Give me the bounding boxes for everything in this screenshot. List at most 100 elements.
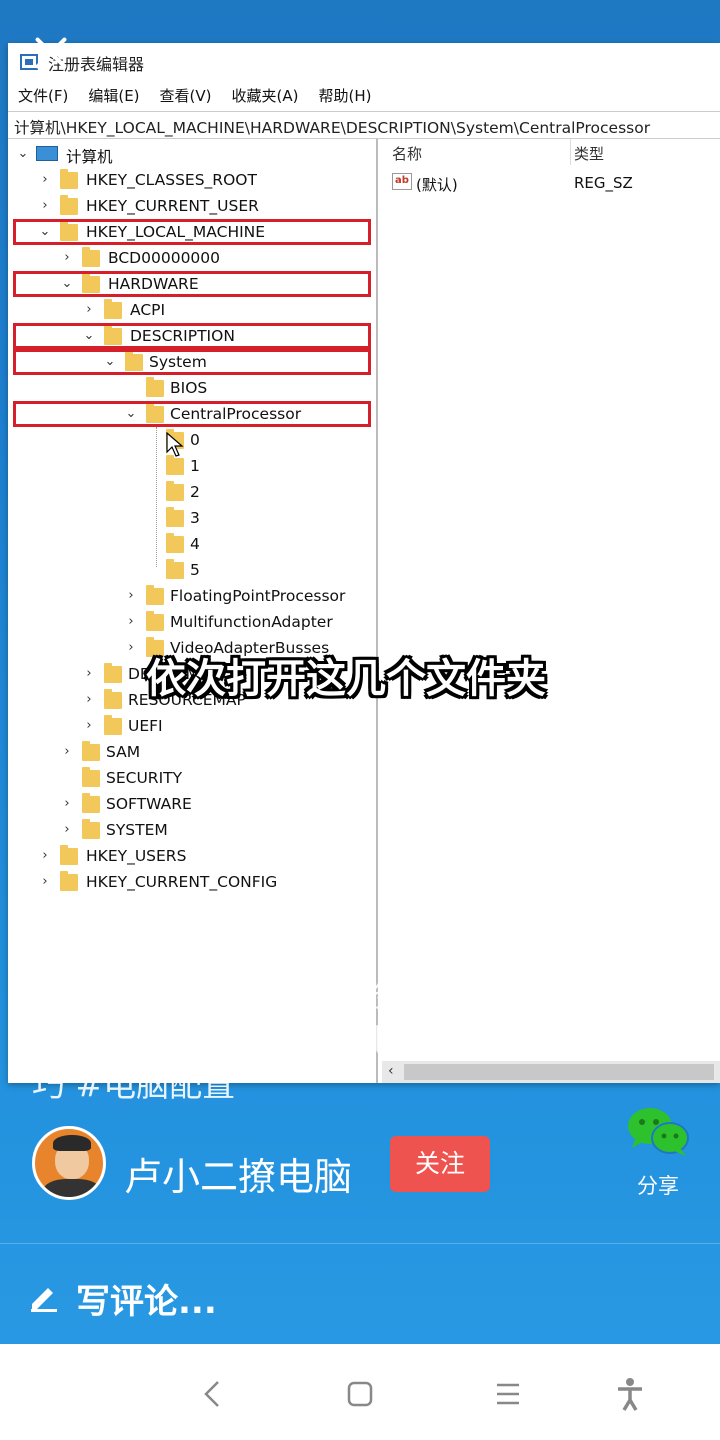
folder-icon bbox=[166, 481, 184, 501]
chevron-right-icon[interactable]: › bbox=[124, 614, 138, 630]
chevron-right-icon[interactable]: › bbox=[38, 198, 52, 214]
folder-icon bbox=[166, 559, 184, 579]
more-options-icon[interactable]: ••• bbox=[648, 35, 702, 63]
column-header-type[interactable]: 类型 bbox=[574, 143, 604, 164]
highlight-box-local-machine bbox=[13, 219, 371, 245]
address-bar[interactable]: 计算机\HKEY_LOCAL_MACHINE\HARDWARE\DESCRIPT… bbox=[8, 111, 720, 139]
tree-label: 0 bbox=[190, 431, 200, 449]
title-bar: 注册表编辑器 bbox=[8, 43, 720, 81]
comment-count: 51 bbox=[645, 1040, 671, 1064]
back-icon[interactable] bbox=[194, 1374, 234, 1414]
menu-bar: 文件(F) 编辑(E) 查看(V) 收藏夹(A) 帮助(H) bbox=[8, 81, 720, 109]
chevron-right-icon[interactable]: › bbox=[82, 718, 96, 734]
tree-label: 计算机 bbox=[66, 148, 113, 166]
tree-label: 2 bbox=[190, 483, 200, 501]
chevron-right-icon[interactable]: › bbox=[38, 874, 52, 890]
chevron-down-icon[interactable]: ⌄ bbox=[16, 146, 30, 162]
computer-icon bbox=[36, 146, 58, 161]
registry-tree: ⌄ 计算机 › HKEY_CLASSES_ROOT › HKEY_CURRENT… bbox=[8, 139, 378, 1083]
tree-label: HKEY_CLASSES_ROOT bbox=[86, 171, 257, 189]
divider bbox=[0, 1243, 720, 1244]
tree-label: UEFI bbox=[128, 717, 163, 735]
pencil-icon[interactable] bbox=[28, 1280, 60, 1312]
tree-label: BIOS bbox=[170, 379, 208, 397]
column-header-name[interactable]: 名称 bbox=[392, 143, 422, 164]
registry-editor-window: 注册表编辑器 文件(F) 编辑(E) 查看(V) 收藏夹(A) 帮助(H) 计算… bbox=[8, 43, 720, 1083]
tree-label: ACPI bbox=[130, 301, 166, 319]
comment-icon[interactable] bbox=[634, 978, 682, 1022]
folder-icon bbox=[146, 585, 164, 605]
chevron-right-icon[interactable]: › bbox=[124, 588, 138, 604]
comment-input[interactable]: 写评论... bbox=[76, 1274, 217, 1323]
home-icon[interactable] bbox=[340, 1374, 380, 1414]
tree-label: FloatingPointProcessor bbox=[170, 587, 346, 605]
tree-label: SAM bbox=[106, 743, 141, 761]
close-icon[interactable] bbox=[32, 34, 70, 72]
video-caption[interactable]: 电脑的这些参数都可以修改！快自查下你的有没有被修改过吧 #电脑小技巧 #电脑配置 bbox=[32, 972, 592, 1107]
menu-file[interactable]: 文件(F) bbox=[8, 81, 78, 109]
menu-view[interactable]: 查看(V) bbox=[150, 81, 222, 109]
value-row[interactable]: ab (默认) REG_SZ bbox=[382, 169, 720, 197]
folder-icon bbox=[60, 871, 78, 891]
chevron-right-icon[interactable]: › bbox=[60, 744, 74, 760]
tree-label: BCD00000000 bbox=[108, 249, 221, 267]
chevron-right-icon[interactable]: › bbox=[38, 172, 52, 188]
tree-label: HKEY_USERS bbox=[86, 847, 187, 865]
value-type: REG_SZ bbox=[574, 174, 633, 192]
menu-edit[interactable]: 编辑(E) bbox=[78, 81, 149, 109]
tree-label: SOFTWARE bbox=[106, 795, 192, 813]
menu-favorites[interactable]: 收藏夹(A) bbox=[222, 81, 309, 109]
author-avatar[interactable] bbox=[32, 1126, 106, 1200]
folder-icon bbox=[82, 767, 100, 787]
accessibility-icon[interactable] bbox=[610, 1374, 650, 1414]
folder-icon bbox=[166, 507, 184, 527]
chevron-right-icon[interactable]: › bbox=[60, 822, 74, 838]
folder-icon bbox=[146, 611, 164, 631]
like-count: 490 bbox=[638, 900, 678, 924]
folder-icon bbox=[146, 377, 164, 397]
folder-icon bbox=[60, 195, 78, 215]
highlight-box-hardware bbox=[13, 271, 371, 297]
chevron-right-icon[interactable]: › bbox=[82, 302, 96, 318]
wechat-share-icon[interactable] bbox=[626, 1106, 690, 1158]
share-label[interactable]: 分享 bbox=[624, 1170, 692, 1200]
author-name[interactable]: 卢小二撩电脑 bbox=[124, 1146, 352, 1201]
tree-label: 5 bbox=[190, 561, 200, 579]
chevron-right-icon[interactable]: › bbox=[82, 692, 96, 708]
folder-icon bbox=[104, 299, 122, 319]
tree-label: 3 bbox=[190, 509, 200, 527]
video-subtitle: 依次打开这几个文件夹 bbox=[146, 656, 546, 702]
folder-icon bbox=[104, 663, 122, 683]
folder-icon bbox=[104, 715, 122, 735]
follow-button[interactable]: 关注 bbox=[390, 1136, 490, 1192]
tree-label: 1 bbox=[190, 457, 200, 475]
tree-label: SYSTEM bbox=[106, 821, 168, 839]
folder-icon bbox=[82, 819, 100, 839]
thumbs-up-icon[interactable] bbox=[632, 830, 684, 878]
highlight-box-system bbox=[13, 349, 371, 375]
menu-icon[interactable] bbox=[488, 1374, 528, 1414]
folder-icon bbox=[82, 741, 100, 761]
menu-help[interactable]: 帮助(H) bbox=[308, 81, 381, 109]
chevron-right-icon[interactable]: › bbox=[124, 640, 138, 656]
highlight-box-central-processor bbox=[13, 401, 371, 427]
tree-label: 4 bbox=[190, 535, 200, 553]
address-path: 计算机\HKEY_LOCAL_MACHINE\HARDWARE\DESCRIPT… bbox=[14, 119, 651, 137]
folder-icon bbox=[104, 689, 122, 709]
tree-label: HKEY_CURRENT_USER bbox=[86, 197, 259, 215]
chevron-right-icon[interactable]: › bbox=[82, 666, 96, 682]
chevron-right-icon[interactable]: › bbox=[38, 848, 52, 864]
value-list-pane: 名称 类型 ab (默认) REG_SZ bbox=[382, 139, 720, 1083]
chevron-right-icon[interactable]: › bbox=[60, 796, 74, 812]
value-name: (默认) bbox=[416, 176, 458, 194]
highlight-box-description bbox=[13, 323, 371, 349]
folder-icon bbox=[82, 247, 100, 267]
tree-label: HKEY_CURRENT_CONFIG bbox=[86, 873, 278, 891]
folder-icon bbox=[82, 793, 100, 813]
chevron-right-icon[interactable]: › bbox=[60, 250, 74, 266]
string-value-icon: ab bbox=[392, 173, 412, 190]
folder-icon bbox=[60, 169, 78, 189]
folder-icon bbox=[166, 533, 184, 553]
mouse-cursor-icon bbox=[166, 432, 184, 457]
tree-label: SECURITY bbox=[106, 769, 183, 787]
